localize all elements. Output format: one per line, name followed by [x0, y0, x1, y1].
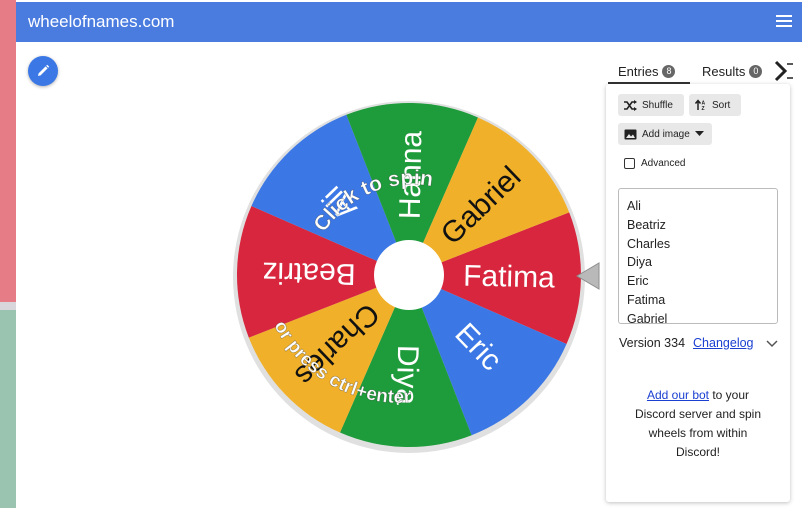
advanced-checkbox[interactable] [624, 158, 635, 169]
shuffle-label: Shuffle [642, 99, 673, 111]
collapse-panel-icon[interactable] [770, 59, 794, 83]
wheel-area[interactable]: Fatima Eric Diya Charles Beatriz Ali Hanna Gabr… [232, 100, 602, 460]
wheel-label-fatima: Fatima [463, 260, 556, 295]
entry-line: Gabriel [627, 311, 668, 324]
sort-icon: A Z [695, 99, 706, 111]
tab-entries-label: Entries [618, 63, 659, 79]
tab-results-label: Results [702, 63, 746, 79]
entries-panel: Shuffle A Z Sort Add image Advanced Ali … [606, 84, 790, 502]
version-info: Version 334 Changelog [619, 336, 754, 350]
hamburger-menu-icon[interactable] [776, 12, 792, 30]
entry-line: Charles [627, 236, 671, 251]
add-image-label: Add image [642, 128, 690, 140]
site-title[interactable]: wheelofnames.com [16, 12, 174, 32]
sort-label: Sort [712, 99, 731, 111]
entries-textarea[interactable]: Ali Beatriz Charles Diya Eric Fatima Gab… [618, 188, 778, 324]
entries-count-badge: 8 [662, 64, 676, 78]
chevron-down-icon[interactable] [766, 340, 778, 348]
shuffle-button[interactable]: Shuffle [618, 94, 684, 116]
changelog-link[interactable]: Changelog [693, 336, 753, 350]
shuffle-icon [624, 99, 637, 111]
spin-wheel[interactable]: FatimaEricDiyaCharlesBeatrizAli Hanna Gabr… [232, 100, 602, 460]
edit-button[interactable] [28, 56, 58, 86]
add-image-button[interactable]: Add image [618, 123, 712, 145]
entry-line: Diya [627, 255, 653, 270]
entry-line: Fatima [627, 292, 666, 307]
advanced-label: Advanced [641, 158, 686, 169]
caret-down-icon [694, 131, 704, 136]
entry-line: Eric [627, 274, 649, 289]
wheel-label-beatriz: Beatriz [262, 256, 356, 291]
pencil-icon [38, 64, 50, 76]
add-bot-link[interactable]: Add our bot [647, 388, 709, 402]
sort-button[interactable]: A Z Sort [689, 94, 741, 116]
image-icon [624, 129, 637, 139]
discord-promo: Add our bot to your Discord server and s… [628, 386, 768, 462]
tab-entries[interactable]: Entries 8 [618, 58, 676, 84]
tab-results[interactable]: Results 0 [702, 58, 763, 84]
svg-text:Z: Z [702, 106, 705, 111]
panel-tabs: Entries 8 Results 0 [606, 58, 802, 84]
entry-line: Ali [627, 199, 641, 213]
advanced-option: Advanced [624, 158, 685, 169]
results-count-badge: 0 [749, 64, 763, 78]
version-label: Version 334 [619, 336, 686, 350]
top-bar: wheelofnames.com [16, 2, 802, 42]
wheel-center-hub [374, 240, 444, 310]
entry-line: Beatriz [627, 217, 666, 232]
